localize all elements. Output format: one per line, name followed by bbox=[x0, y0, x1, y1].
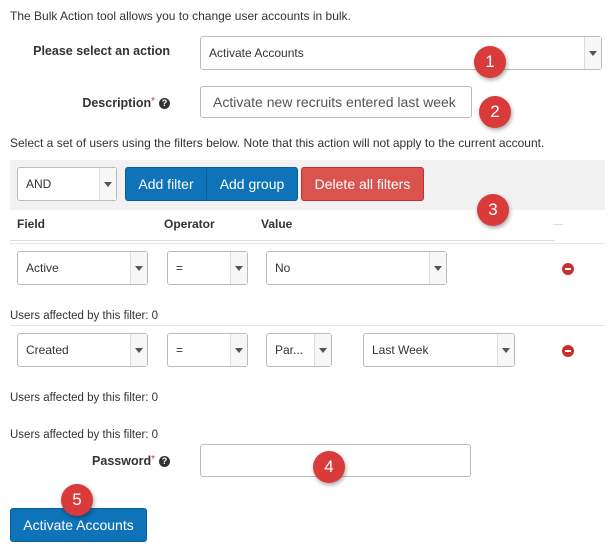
filter-value-value: No bbox=[275, 261, 291, 275]
column-header-operator: Operator bbox=[164, 217, 215, 231]
filter-value-value: Par... bbox=[275, 343, 304, 357]
row-divider bbox=[10, 325, 605, 326]
chevron-down-icon[interactable] bbox=[130, 252, 147, 284]
chevron-down-icon[interactable] bbox=[99, 168, 116, 200]
total-affected-count: Users affected by this filter: 0 bbox=[10, 429, 159, 441]
chevron-down-icon[interactable] bbox=[314, 334, 331, 366]
filter-operator-select[interactable]: = bbox=[167, 251, 248, 285]
action-select-value: Activate Accounts bbox=[209, 46, 304, 60]
help-icon[interactable]: ? bbox=[159, 98, 170, 110]
logic-select[interactable]: AND bbox=[17, 167, 117, 201]
callout-badge-4: 4 bbox=[313, 451, 345, 483]
callout-badge-2: 2 bbox=[479, 96, 511, 128]
help-icon[interactable]: ? bbox=[159, 456, 170, 468]
filter-date-value: Last Week bbox=[372, 343, 429, 357]
filter-operator-select[interactable]: = bbox=[167, 333, 248, 367]
filter-operator-value: = bbox=[176, 261, 184, 275]
required-mark: * bbox=[151, 454, 155, 465]
column-header-value: Value bbox=[261, 217, 293, 231]
filters-note: Select a set of users using the filters … bbox=[10, 136, 545, 150]
chevron-down-icon[interactable] bbox=[429, 252, 446, 284]
description-label-text: Description bbox=[82, 96, 152, 110]
remove-filter-icon[interactable] bbox=[562, 345, 574, 357]
callout-badge-5: 5 bbox=[61, 484, 93, 516]
callout-badge-3: 3 bbox=[477, 194, 509, 226]
add-filter-button[interactable]: Add filter bbox=[125, 167, 207, 201]
row-divider bbox=[10, 243, 605, 244]
intro-text: The Bulk Action tool allows you to chang… bbox=[10, 9, 351, 23]
required-mark: * bbox=[151, 96, 155, 107]
column-header-dash: — bbox=[553, 219, 563, 230]
password-label-text: Password bbox=[92, 454, 152, 468]
filter-date-select[interactable]: Last Week bbox=[363, 333, 515, 367]
filter-operator-value: = bbox=[176, 343, 184, 357]
filter-affected-count: Users affected by this filter: 0 bbox=[10, 392, 159, 404]
callout-badge-1: 1 bbox=[474, 46, 506, 78]
filter-field-value: Active bbox=[26, 261, 59, 275]
filter-field-select[interactable]: Active bbox=[17, 251, 148, 285]
chevron-down-icon[interactable] bbox=[497, 334, 514, 366]
description-input[interactable]: Activate new recruits entered last week bbox=[200, 86, 472, 118]
filter-field-select[interactable]: Created bbox=[17, 333, 148, 367]
action-label: Please select an action bbox=[33, 44, 170, 58]
remove-filter-icon[interactable] bbox=[562, 263, 574, 275]
add-group-button[interactable]: Add group bbox=[206, 167, 298, 201]
column-header-field: Field bbox=[17, 217, 46, 231]
filter-value-select[interactable]: No bbox=[266, 251, 447, 285]
filter-field-value: Created bbox=[26, 343, 69, 357]
action-select[interactable]: Activate Accounts bbox=[200, 36, 602, 70]
delete-all-filters-button[interactable]: Delete all filters bbox=[301, 167, 424, 201]
chevron-down-icon[interactable] bbox=[584, 37, 601, 69]
header-divider bbox=[10, 240, 555, 241]
chevron-down-icon[interactable] bbox=[130, 334, 147, 366]
chevron-down-icon[interactable] bbox=[230, 252, 247, 284]
chevron-down-icon[interactable] bbox=[230, 334, 247, 366]
filter-affected-count: Users affected by this filter: 0 bbox=[10, 310, 159, 322]
logic-select-value: AND bbox=[26, 177, 52, 191]
filter-value-select[interactable]: Par... bbox=[266, 333, 332, 367]
password-label: Password*? bbox=[20, 454, 170, 468]
description-label: Description*? bbox=[20, 96, 170, 110]
